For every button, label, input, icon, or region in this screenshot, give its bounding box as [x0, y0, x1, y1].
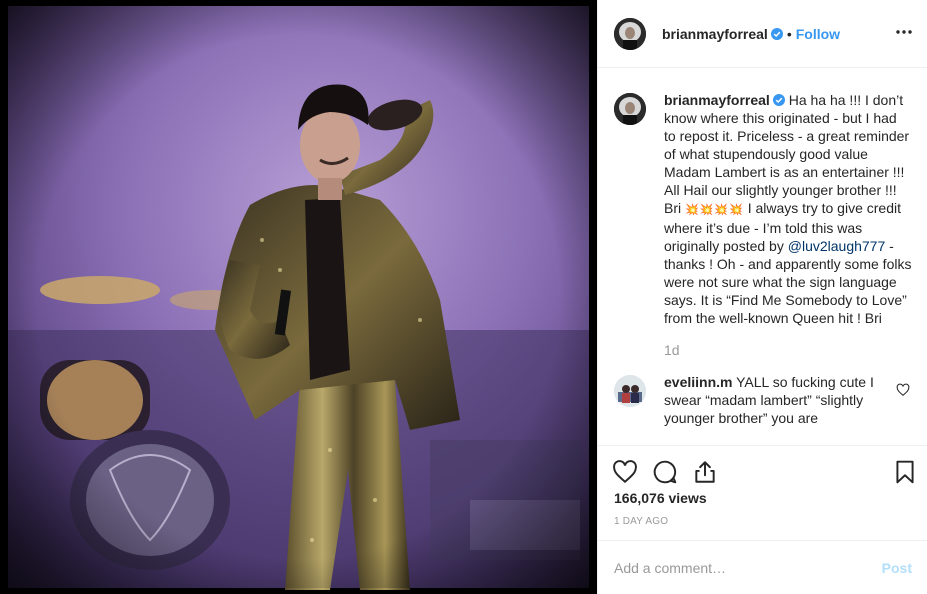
avatar[interactable] — [614, 93, 646, 125]
comment-item: eveliinn.m YALL so fucking cute I swear … — [614, 373, 912, 427]
caption-username[interactable]: brianmayforreal — [664, 92, 770, 108]
header-username[interactable]: brianmayforreal — [662, 26, 768, 42]
separator-dot: • — [786, 25, 792, 42]
caption-text: Ha ha ha !!! I don’t know where this ori… — [664, 92, 910, 216]
post-timestamp: 1 DAY AGO — [614, 516, 669, 527]
bookmark-icon[interactable] — [892, 459, 918, 485]
heart-icon[interactable] — [612, 459, 638, 485]
avatar[interactable] — [614, 17, 646, 50]
post-video[interactable] — [0, 0, 597, 594]
post-button[interactable]: Post — [882, 560, 912, 576]
collision-emoji: 💥💥💥💥 — [685, 204, 744, 216]
avatar[interactable] — [614, 375, 646, 407]
comment-composer: Post — [598, 540, 927, 594]
action-bar — [598, 445, 927, 495]
caption-body: brianmayforreal Ha ha ha !!! I don’t kno… — [664, 91, 912, 359]
caption-age[interactable]: 1d — [664, 341, 912, 359]
view-count[interactable]: 166,076 views — [614, 490, 707, 506]
share-icon[interactable] — [692, 459, 718, 485]
comment-bubble-icon[interactable] — [652, 459, 678, 485]
video-frame — [8, 6, 589, 590]
verified-badge-icon — [770, 27, 783, 40]
mention-link[interactable]: @luv2laugh777 — [788, 238, 886, 254]
post-header: brianmayforreal • Follow — [598, 0, 927, 68]
verified-badge-icon — [772, 94, 785, 106]
follow-button[interactable]: Follow — [796, 26, 840, 42]
post-sidebar: brianmayforreal • Follow brianmayforreal… — [597, 0, 927, 594]
comment-body: eveliinn.m YALL so fucking cute I swear … — [664, 373, 912, 427]
comment-username[interactable]: eveliinn.m — [664, 374, 732, 390]
comments-list[interactable]: brianmayforreal Ha ha ha !!! I don’t kno… — [598, 69, 927, 445]
more-options-icon[interactable] — [894, 22, 914, 42]
heart-icon[interactable] — [896, 383, 910, 397]
caption: brianmayforreal Ha ha ha !!! I don’t kno… — [614, 91, 912, 359]
comment-input[interactable] — [614, 559, 882, 576]
